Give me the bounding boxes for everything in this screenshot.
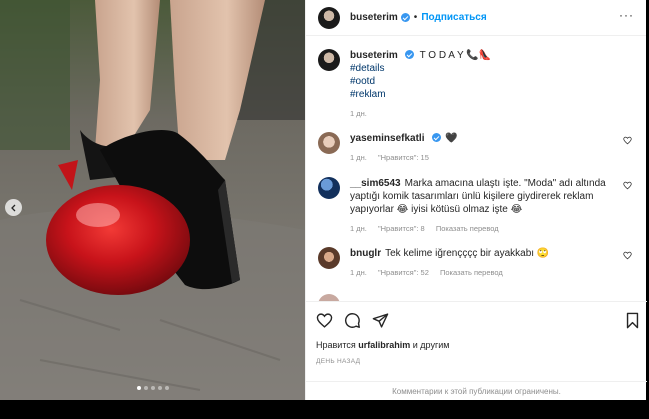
comment-likes[interactable]: "Нравится": 15 <box>378 153 429 162</box>
caption: buseterim T O D A Y 📞👠 #details #ootd #r… <box>318 49 638 133</box>
comments-restricted-notice: Комментарии к этой публикации ограничены… <box>306 381 647 400</box>
translate-link[interactable]: Показать перевод <box>436 224 499 233</box>
carousel-dot <box>143 386 148 390</box>
caption-text: T O D A Y 📞👠 <box>419 50 492 61</box>
comment-username[interactable]: yaseminsefkatli <box>350 133 425 144</box>
heart-icon[interactable] <box>623 181 632 190</box>
comment-avatar[interactable] <box>318 294 340 301</box>
comment-icon[interactable] <box>344 312 361 329</box>
share-icon[interactable] <box>372 312 389 329</box>
comment-item-partial <box>318 294 638 301</box>
post-modal: buseterim • Подписаться ··· buseterim T … <box>0 0 649 419</box>
shoe-photo <box>0 0 305 400</box>
comment-meta: 1 дн. "Нравится": 52 Показать перевод <box>350 266 620 279</box>
comment-item: yaseminsefkatli 🖤 1 дн. "Нравится": 15 <box>318 132 638 172</box>
translate-link[interactable]: Показать перевод <box>440 268 503 277</box>
comment-avatar[interactable] <box>318 247 340 269</box>
likes-suffix[interactable]: и другим <box>413 340 450 350</box>
hashtag[interactable]: #ootd <box>350 75 620 88</box>
verified-badge-icon <box>431 133 441 142</box>
header-separator: • <box>413 12 418 23</box>
caption-meta: 1 дн. <box>350 107 620 120</box>
modal-backdrop <box>0 400 649 419</box>
verified-badge-icon <box>400 13 410 22</box>
comment-text: Tek kelime iğrençççç bir ayakkabı 🙄 <box>385 248 550 259</box>
comment-body: bnuglr Tek kelime iğrençççç bir ayakkabı … <box>350 247 620 279</box>
action-icons <box>316 312 640 332</box>
carousel-dots <box>0 386 305 390</box>
comment-body: __sim6543 Marka amacına ulaştı işte. "Mod… <box>350 177 620 235</box>
post-header: buseterim • Подписаться ··· <box>306 0 646 36</box>
comment-meta: 1 дн. "Нравится": 15 <box>350 151 620 164</box>
follow-button[interactable]: Подписаться <box>421 12 486 23</box>
comment-body: yaseminsefkatli 🖤 1 дн. "Нравится": 15 <box>350 132 620 164</box>
carousel-dot <box>164 386 169 390</box>
hashtag[interactable]: #details <box>350 62 620 75</box>
post-time[interactable]: ДЕНЬ НАЗАД <box>316 358 360 365</box>
comments-list: buseterim T O D A Y 📞👠 #details #ootd #r… <box>306 37 647 301</box>
carousel-dot <box>157 386 162 390</box>
caption-time[interactable]: 1 дн. <box>350 109 367 118</box>
comment-username[interactable]: __sim6543 <box>350 178 401 189</box>
comment-time[interactable]: 1 дн. <box>350 153 367 162</box>
comment-text: 🖤 <box>445 133 458 144</box>
heart-icon[interactable] <box>623 136 632 145</box>
heart-icon[interactable] <box>316 312 333 329</box>
bookmark-icon[interactable] <box>625 312 640 329</box>
comment-avatar[interactable] <box>318 177 340 199</box>
carousel-prev-button[interactable] <box>5 199 22 216</box>
comment-meta: 1 дн. "Нравится": 8 Показать перевод <box>350 222 620 235</box>
caption-avatar[interactable] <box>318 49 340 71</box>
likes-prefix: Нравится <box>316 340 356 350</box>
carousel-dot <box>136 386 141 390</box>
caption-body: buseterim T O D A Y 📞👠 #details #ootd #r… <box>350 49 620 120</box>
caption-username[interactable]: buseterim <box>350 50 398 61</box>
comment-likes[interactable]: "Нравится": 8 <box>378 224 425 233</box>
comment-time[interactable]: 1 дн. <box>350 268 367 277</box>
author-username[interactable]: buseterim <box>350 12 398 23</box>
verified-badge-icon <box>404 50 414 59</box>
post-photo <box>0 0 305 400</box>
comment-username[interactable]: bnuglr <box>350 248 381 259</box>
more-icon[interactable]: ··· <box>619 9 634 21</box>
comment-item: __sim6543 Marka amacına ulaştı işte. "Mod… <box>318 177 638 237</box>
author-avatar[interactable] <box>318 6 340 29</box>
comment-time[interactable]: 1 дн. <box>350 224 367 233</box>
heart-icon[interactable] <box>623 251 632 260</box>
carousel-dot <box>150 386 155 390</box>
chevron-left-icon <box>10 204 15 211</box>
likes-user[interactable]: urfalibrahim <box>358 340 410 350</box>
hashtag[interactable]: #reklam <box>350 88 620 101</box>
likes-summary: Нравится urfalibrahim и другим <box>316 340 449 350</box>
action-bar: Нравится urfalibrahim и другим ДЕНЬ НАЗА… <box>306 301 647 381</box>
post-side-panel: buseterim • Подписаться ··· buseterim T … <box>305 0 647 400</box>
comment-likes[interactable]: "Нравится": 52 <box>378 268 429 277</box>
comment-avatar[interactable] <box>318 132 340 154</box>
comment-item: bnuglr Tek kelime iğrençççç bir ayakkabı … <box>318 247 638 287</box>
